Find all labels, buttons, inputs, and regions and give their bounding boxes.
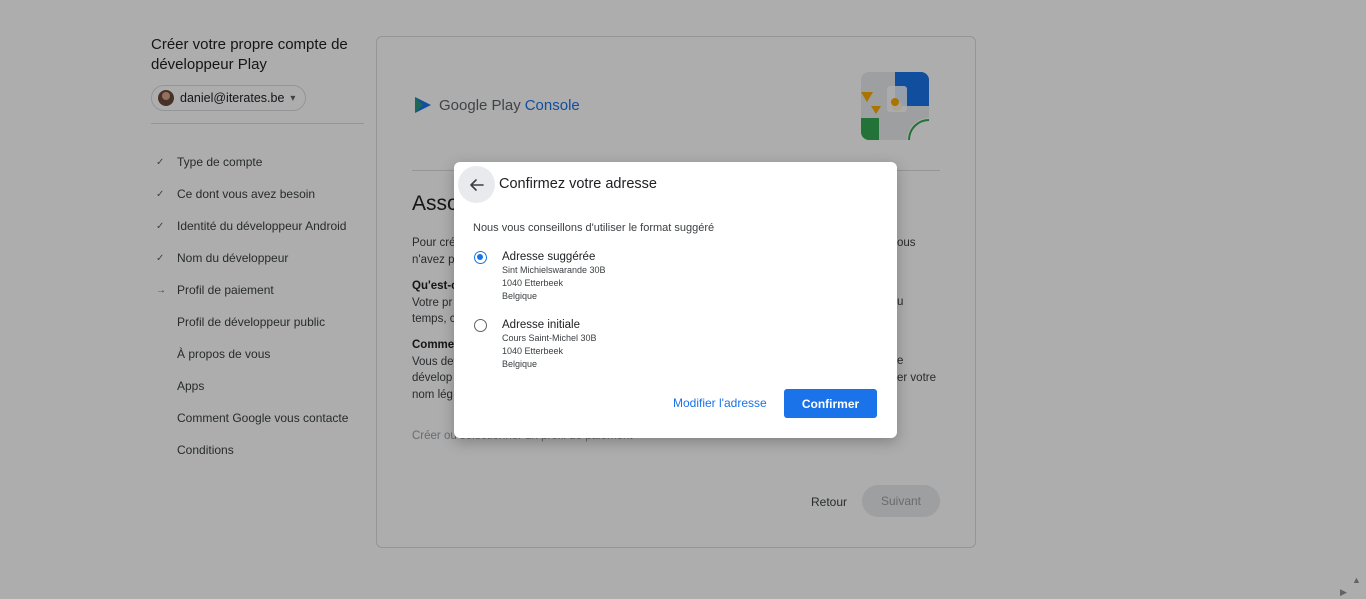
dialog-title: Confirmez votre adresse [499, 176, 657, 192]
address-line: 1040 Etterbeek [502, 278, 564, 288]
address-line: 1040 Etterbeek [502, 346, 564, 356]
suggested-address-label: Adresse suggérée [502, 251, 596, 263]
address-line: Belgique [502, 291, 538, 301]
address-line: Cours Saint-Michel 30B [502, 333, 597, 343]
initial-address-option[interactable]: Adresse initiale Cours Saint-Michel 30B … [474, 318, 597, 371]
dialog-back-button[interactable] [458, 166, 495, 203]
dialog-subtitle: Nous vous conseillons d'utiliser le form… [473, 222, 715, 234]
confirm-button[interactable]: Confirmer [784, 389, 877, 418]
scroll-right-icon[interactable]: ▶ [1340, 587, 1347, 598]
initial-address-radio[interactable] [474, 319, 487, 332]
confirm-address-dialog: Confirmez votre adresse Nous vous consei… [454, 162, 897, 438]
suggested-address-option[interactable]: Adresse suggérée Sint Michielswarande 30… [474, 250, 606, 303]
initial-address-label: Adresse initiale [502, 319, 580, 331]
scroll-up-icon[interactable]: ▲ [1352, 575, 1361, 585]
address-line: Belgique [502, 359, 538, 369]
address-line: Sint Michielswarande 30B [502, 265, 606, 275]
suggested-address-radio[interactable] [474, 251, 487, 264]
arrow-back-icon [469, 178, 484, 191]
modify-address-button[interactable]: Modifier l'adresse [667, 389, 773, 417]
